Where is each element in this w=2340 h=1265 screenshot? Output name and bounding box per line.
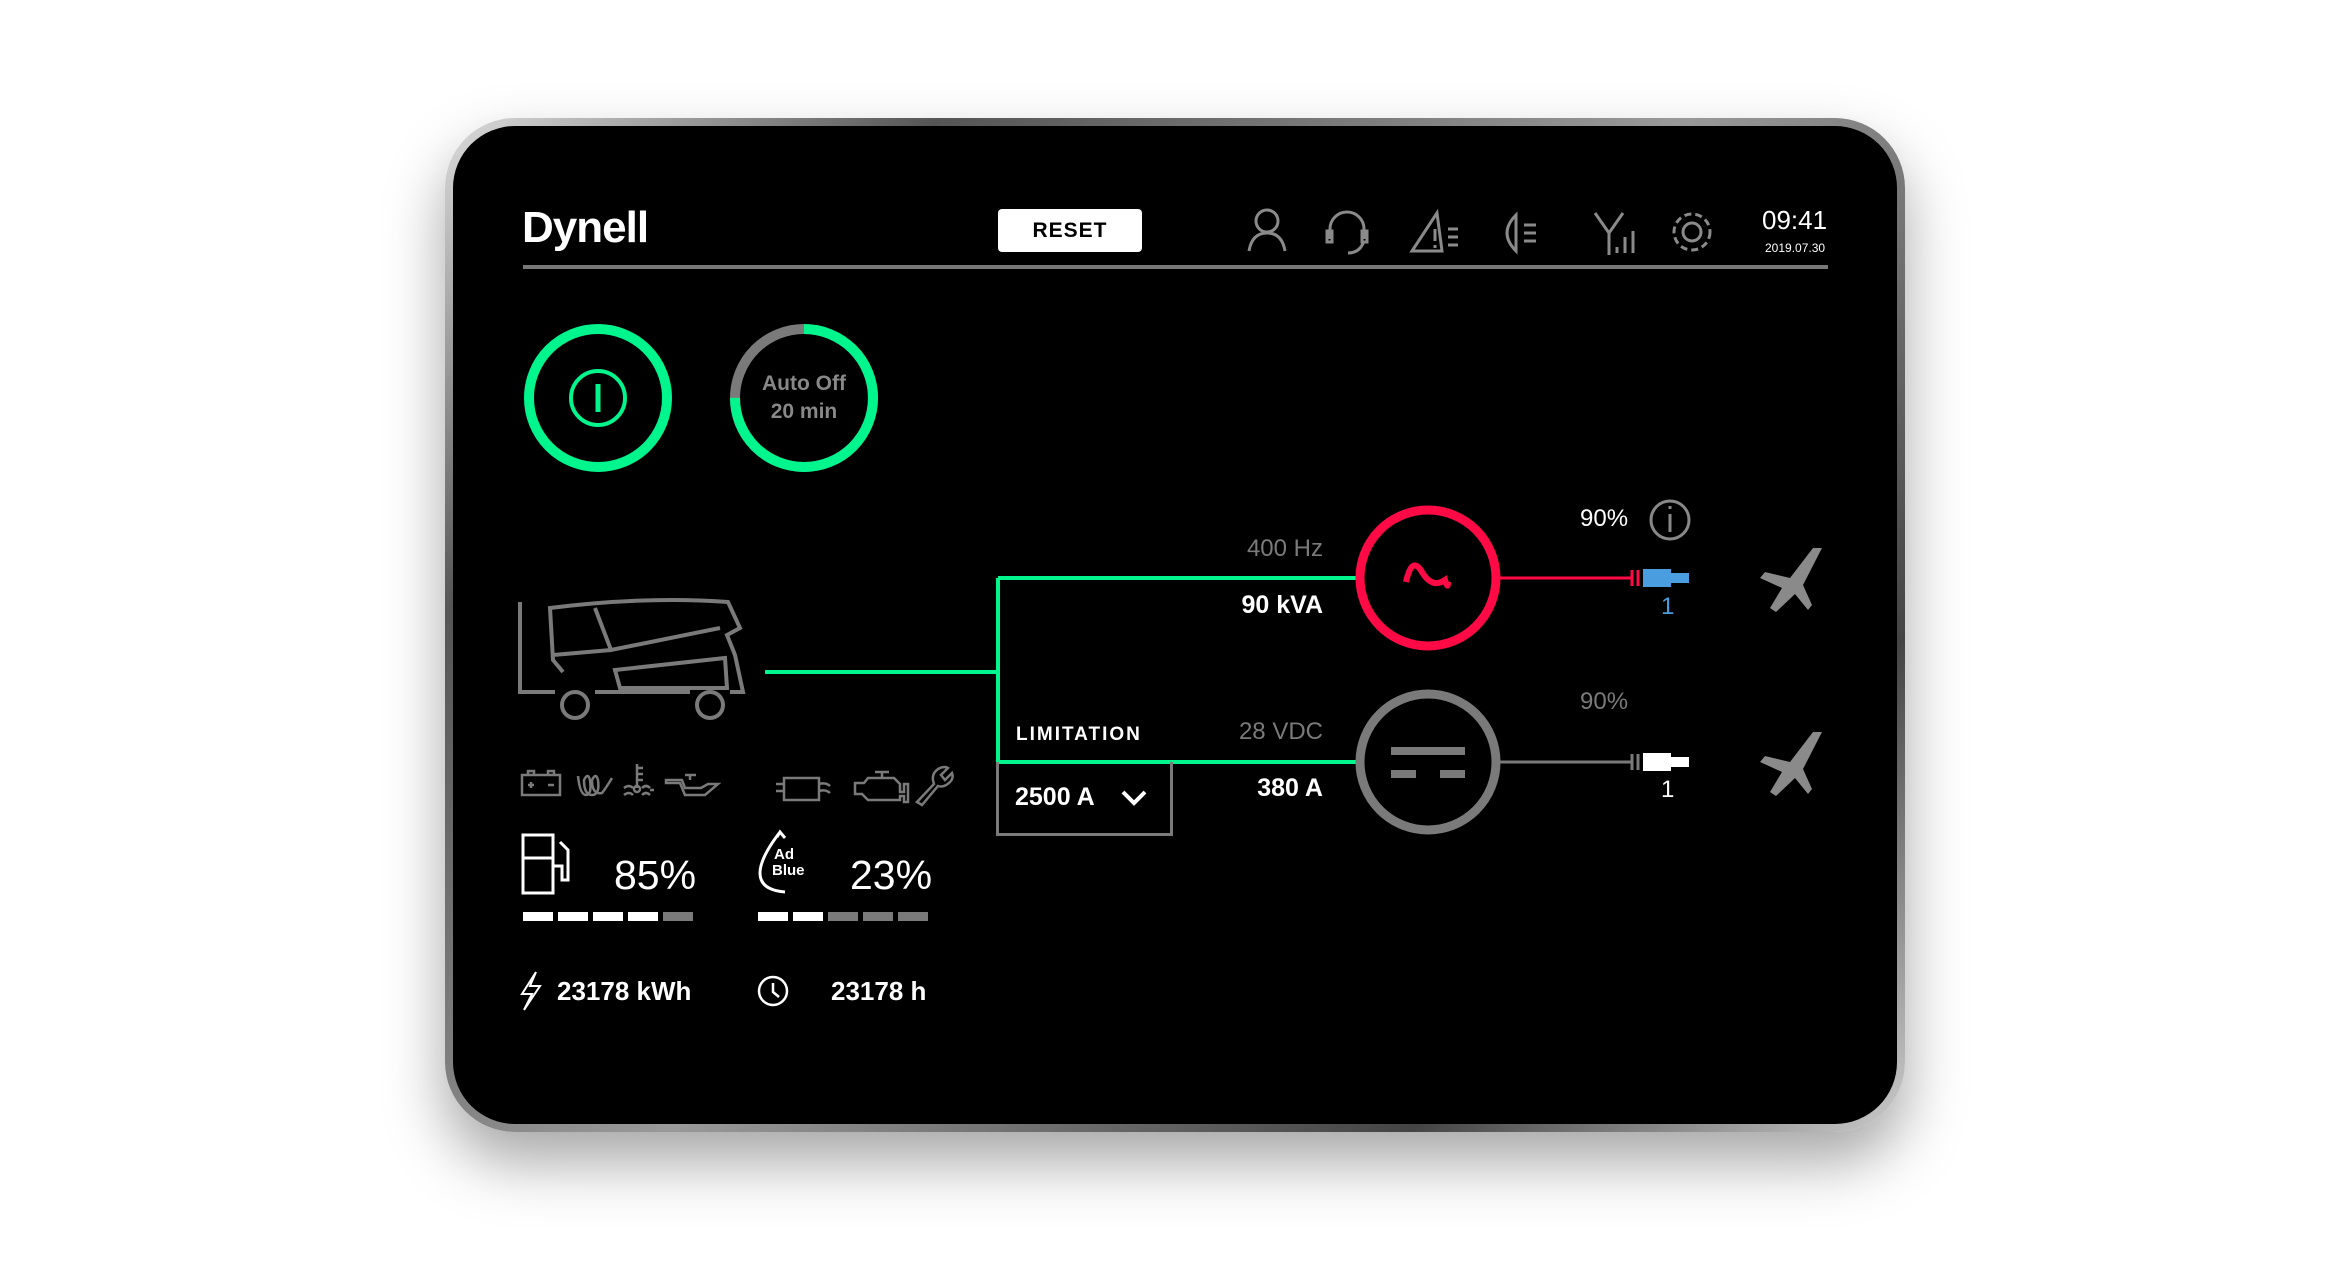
- ac-sine-icon: [1403, 562, 1451, 589]
- ac-frequency: 400 Hz: [1246, 535, 1323, 562]
- dc-percent: 90%: [1580, 688, 1629, 715]
- limitation-label: LIMITATION: [1016, 724, 1142, 745]
- level-segment: [663, 912, 693, 921]
- dc-voltage: 28 VDC: [1238, 718, 1323, 745]
- dc-connector-icon: [1643, 753, 1689, 771]
- adblue-text-ad: Ad: [774, 846, 794, 863]
- level-segment: [758, 912, 788, 921]
- ac-percent: 90%: [1580, 505, 1629, 532]
- particulate-filter-icon: [776, 776, 831, 802]
- dc-current: 380 A: [1257, 774, 1323, 802]
- ac-connector-number: 1: [1661, 593, 1675, 620]
- level-segment: [558, 912, 588, 921]
- adblue-icon-text: Ad Blue: [772, 847, 805, 879]
- ac-connector-icon: [1643, 569, 1689, 587]
- limitation-dropdown[interactable]: 2500 A: [996, 762, 1173, 836]
- level-segment: [828, 912, 858, 921]
- ac-power: 90 kVA: [1241, 591, 1323, 619]
- aircraft-icon-ac: [1760, 548, 1822, 612]
- dc-icon: [1391, 747, 1465, 778]
- clock-icon: [757, 975, 789, 1007]
- chevron-down-icon: [1121, 790, 1147, 806]
- level-segment: [523, 912, 553, 921]
- lightning-icon: [520, 971, 542, 1011]
- battery-icon: [520, 769, 562, 797]
- glow-plug-icon: [576, 774, 614, 797]
- dc-connector-number: 1: [1661, 776, 1675, 803]
- fuel-pump-icon: [521, 833, 570, 895]
- adblue-percent: 23%: [850, 852, 933, 898]
- oil-pressure-icon: [664, 773, 722, 797]
- adblue-level-bar: [758, 912, 928, 921]
- level-segment: [628, 912, 658, 921]
- energy-counter: 23178 kWh: [557, 976, 692, 1006]
- engine-icon: [853, 770, 910, 804]
- hours-counter: 23178 h: [831, 976, 927, 1006]
- status-icons: [520, 764, 954, 807]
- level-segment: [793, 912, 823, 921]
- adblue-text-blue: Blue: [772, 862, 805, 879]
- fuel-percent: 85%: [614, 852, 697, 898]
- coolant-temperature-icon: [623, 764, 654, 797]
- fuel-level-bar: [523, 912, 693, 921]
- level-segment: [593, 912, 623, 921]
- dc-converter-button[interactable]: [1355, 689, 1501, 835]
- limitation-value: 2500 A: [1015, 783, 1095, 811]
- aircraft-icon-dc: [1760, 732, 1822, 796]
- level-segment: [898, 912, 928, 921]
- level-segment: [863, 912, 893, 921]
- power-flow-lines: [765, 499, 1822, 835]
